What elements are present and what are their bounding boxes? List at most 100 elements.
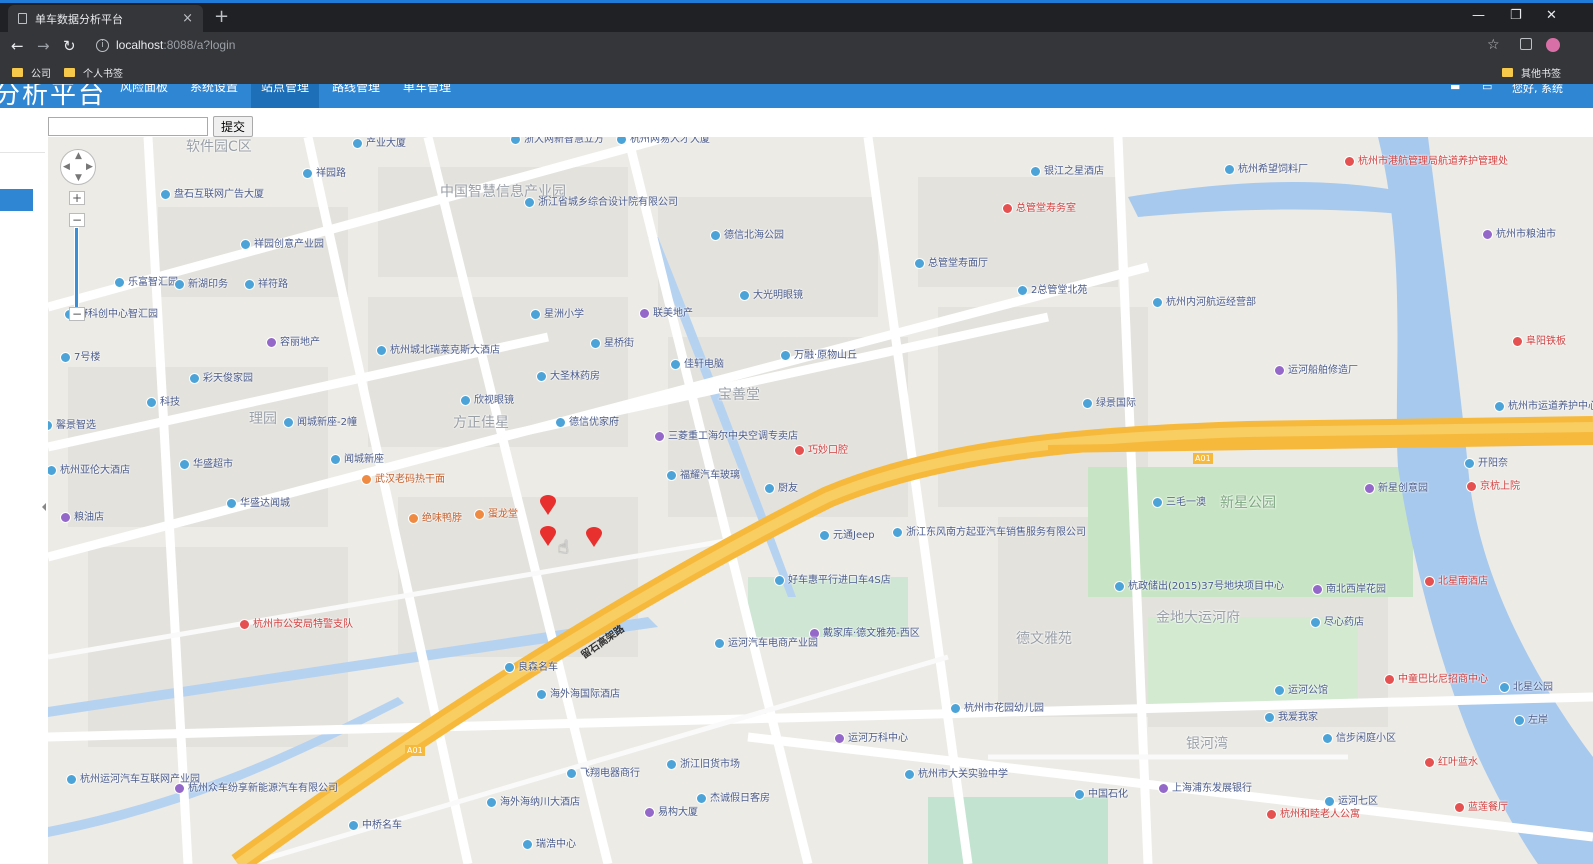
poi-icon[interactable] xyxy=(1324,796,1335,807)
poi-icon[interactable] xyxy=(1344,156,1355,167)
poi-icon[interactable] xyxy=(160,189,171,200)
poi-icon[interactable] xyxy=(1364,483,1375,494)
map-marker[interactable] xyxy=(540,495,556,515)
poi-icon[interactable] xyxy=(1224,164,1235,175)
poi-icon[interactable] xyxy=(670,359,681,370)
zoom-slider-handle[interactable]: − xyxy=(69,213,85,227)
poi-icon[interactable] xyxy=(566,768,577,779)
poi-icon[interactable] xyxy=(1114,581,1125,592)
info-icon[interactable]: i xyxy=(96,39,109,52)
url-field[interactable]: localhost:8088/a?login xyxy=(116,38,235,52)
poi-icon[interactable] xyxy=(834,733,845,744)
zoom-slider-track[interactable] xyxy=(74,227,79,319)
poi-icon[interactable] xyxy=(696,793,707,804)
poi-icon[interactable] xyxy=(1464,458,1475,469)
poi-icon[interactable] xyxy=(780,350,791,361)
poi-icon[interactable] xyxy=(1424,576,1435,587)
poi-icon[interactable] xyxy=(892,527,903,538)
poi-icon[interactable] xyxy=(376,345,387,356)
window-close-icon[interactable]: ✕ xyxy=(1546,8,1557,23)
poi-icon[interactable] xyxy=(710,230,721,241)
poi-icon[interactable] xyxy=(1274,685,1285,696)
poi-icon[interactable] xyxy=(283,417,294,428)
profile-avatar[interactable] xyxy=(1546,38,1560,52)
poi-icon[interactable] xyxy=(654,431,665,442)
poi-icon[interactable] xyxy=(590,338,601,349)
pan-down-icon[interactable]: ▼ xyxy=(75,173,82,183)
poi-icon[interactable] xyxy=(239,619,250,630)
nav-item-stations[interactable]: 站点管理 xyxy=(251,84,320,108)
poi-icon[interactable] xyxy=(536,371,547,382)
poi-icon[interactable] xyxy=(189,373,200,384)
reload-icon[interactable]: ↻ xyxy=(63,37,76,55)
search-input[interactable] xyxy=(48,117,208,136)
poi-icon[interactable] xyxy=(60,512,71,523)
poi-icon[interactable] xyxy=(524,197,535,208)
extension-icon[interactable] xyxy=(1520,38,1532,50)
bookmark-star-icon[interactable]: ☆ xyxy=(1487,37,1500,53)
poi-icon[interactable] xyxy=(714,638,725,649)
nav-item-routes[interactable]: 路线管理 xyxy=(322,84,390,108)
poi-icon[interactable] xyxy=(66,774,77,785)
poi-icon[interactable] xyxy=(1017,285,1028,296)
poi-icon[interactable] xyxy=(819,530,830,541)
poi-icon[interactable] xyxy=(904,769,915,780)
poi-icon[interactable] xyxy=(666,759,677,770)
poi-icon[interactable] xyxy=(330,454,341,465)
poi-icon[interactable] xyxy=(1322,733,1333,744)
restore-icon[interactable]: ❐ xyxy=(1510,8,1522,23)
poi-icon[interactable] xyxy=(408,513,419,524)
poi-icon[interactable] xyxy=(1424,757,1435,768)
poi-icon[interactable] xyxy=(474,509,485,520)
forward-icon[interactable]: → xyxy=(37,37,50,55)
submit-button[interactable]: 提交 xyxy=(213,116,253,137)
poi-icon[interactable] xyxy=(1074,789,1085,800)
pan-left-icon[interactable]: ◀ xyxy=(63,162,70,172)
poi-icon[interactable] xyxy=(1002,203,1013,214)
poi-icon[interactable] xyxy=(1466,481,1477,492)
poi-icon[interactable] xyxy=(1454,802,1465,813)
poi-icon[interactable] xyxy=(460,395,471,406)
poi-icon[interactable] xyxy=(1082,398,1093,409)
poi-icon[interactable] xyxy=(1512,336,1523,347)
zoom-out-button[interactable]: − xyxy=(69,307,85,321)
poi-icon[interactable] xyxy=(1158,783,1169,794)
back-icon[interactable]: ← xyxy=(11,37,24,55)
poi-icon[interactable] xyxy=(179,459,190,470)
poi-icon[interactable] xyxy=(174,783,185,794)
poi-icon[interactable] xyxy=(60,352,71,363)
poi-icon[interactable] xyxy=(950,703,961,714)
nav-item-bikes[interactable]: 单车管理 xyxy=(393,84,461,108)
new-tab-icon[interactable]: + xyxy=(214,6,229,27)
poi-icon[interactable] xyxy=(914,258,925,269)
poi-icon[interactable] xyxy=(1494,401,1505,412)
poi-icon[interactable] xyxy=(1266,809,1277,820)
poi-icon[interactable] xyxy=(1499,682,1510,693)
poi-icon[interactable] xyxy=(1514,715,1525,726)
poi-icon[interactable] xyxy=(1152,497,1163,508)
poi-icon[interactable] xyxy=(1264,712,1275,723)
poi-icon[interactable] xyxy=(174,279,185,290)
bookmark-personal[interactable]: 个人书签 xyxy=(64,65,123,80)
pan-up-icon[interactable]: ▲ xyxy=(75,151,82,161)
poi-icon[interactable] xyxy=(794,445,805,456)
poi-icon[interactable] xyxy=(1482,229,1493,240)
poi-icon[interactable] xyxy=(536,689,547,700)
poi-icon[interactable] xyxy=(522,839,533,850)
poi-icon[interactable] xyxy=(146,397,157,408)
sidebar-active-item[interactable] xyxy=(0,189,33,211)
pan-right-icon[interactable]: ▶ xyxy=(86,162,93,172)
poi-icon[interactable] xyxy=(226,498,237,509)
poi-icon[interactable] xyxy=(644,807,655,818)
map-marker[interactable] xyxy=(586,527,602,547)
bookmark-other[interactable]: 其他书签 xyxy=(1502,65,1561,80)
map-pan-control[interactable]: ▲ ▼ ◀ ▶ xyxy=(60,149,96,185)
poi-icon[interactable] xyxy=(1312,584,1323,595)
nav-item-settings[interactable]: 系统设置 xyxy=(180,84,248,108)
map-marker[interactable] xyxy=(540,526,556,546)
poi-icon[interactable] xyxy=(1310,617,1321,628)
poi-icon[interactable] xyxy=(1030,166,1041,177)
poi-icon[interactable] xyxy=(302,168,313,179)
poi-icon[interactable] xyxy=(1274,365,1285,376)
browser-tab[interactable]: 单车数据分析平台 × xyxy=(8,5,203,32)
